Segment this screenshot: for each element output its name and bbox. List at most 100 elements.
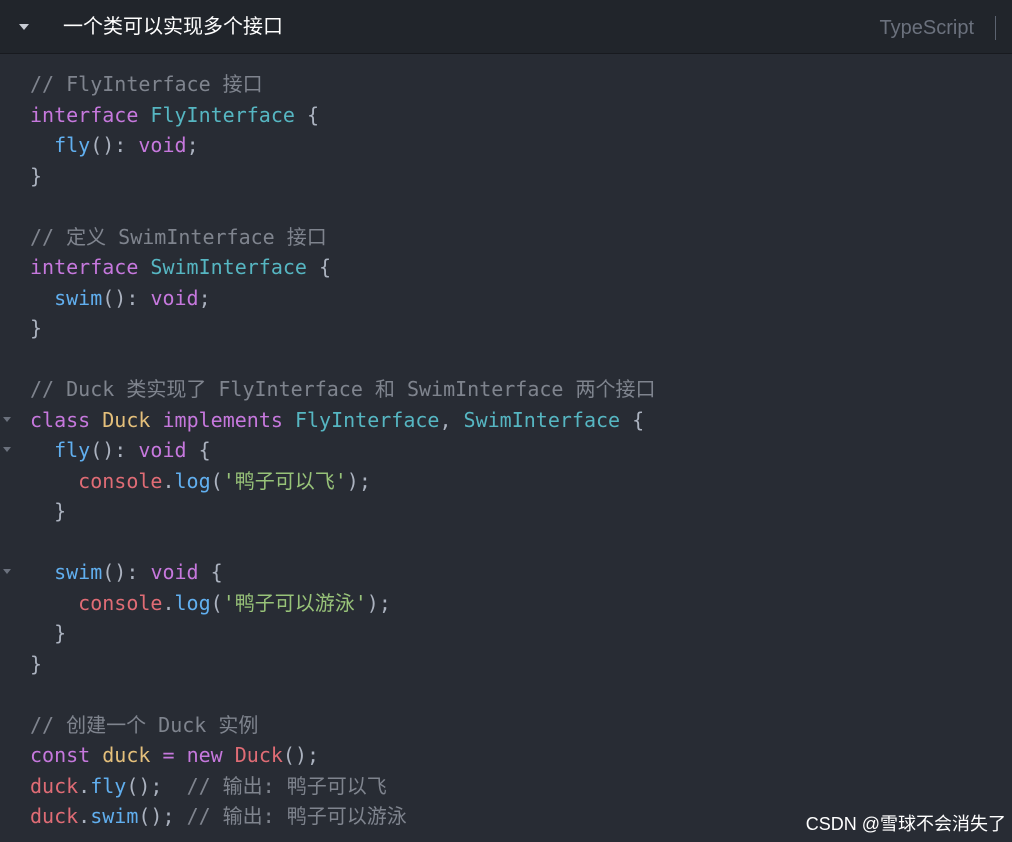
code-token-var: duck [30, 773, 79, 798]
code-token-punct: (): [102, 285, 151, 310]
watermark: CSDN @雪球不会消失了 [805, 814, 1006, 834]
code-token-class: duck [102, 743, 151, 767]
code-token-comment: // 输出: 鸭子可以飞 [186, 773, 387, 798]
code-token-var: console [78, 468, 163, 493]
code-token-punct: . [78, 773, 91, 798]
code-token-punct [150, 408, 162, 432]
code-token-type: SwimInterface [463, 407, 621, 432]
code-token-punct [90, 743, 102, 767]
code-token-punct: } [30, 651, 43, 676]
code-token-keyword: = [162, 743, 175, 767]
code-token-comment: // 输出: 鸭子可以游泳 [186, 804, 407, 828]
code-token-func: fly [54, 438, 91, 462]
code-token-punct: . [162, 468, 175, 493]
code-line: } [0, 161, 1012, 192]
code-token-punct: (); [126, 773, 187, 798]
code-line: class Duck implements FlyInterface, Swim… [0, 405, 1012, 436]
code-token-keyword: void [138, 133, 187, 157]
code-line: // 定义 SwimInterface 接口 [0, 222, 1012, 253]
fold-arrow-icon[interactable] [3, 447, 11, 452]
code-token-comment: // Duck 类实现了 FlyInterface 和 SwimInterfac… [30, 377, 656, 401]
code-token-keyword: interface [30, 102, 139, 127]
code-token-punct: (): [90, 438, 139, 462]
code-token-punct: } [54, 621, 67, 645]
code-token-keyword: void [150, 285, 199, 310]
code-token-keyword: void [150, 560, 199, 584]
code-line: console.log('鸭子可以游泳'); [0, 588, 1012, 619]
code-line: interface SwimInterface { [0, 252, 1012, 283]
code-token-punct: (); [282, 743, 320, 767]
code-line: duck.fly(); // 输出: 鸭子可以飞 [0, 771, 1012, 802]
snippet-header: 一个类可以实现多个接口 TypeScript [0, 0, 1012, 54]
code-token-keyword: new [186, 743, 223, 767]
code-token-punct [150, 743, 162, 767]
collapse-toggle-button[interactable] [16, 18, 32, 36]
code-token-keyword: class [30, 407, 91, 432]
code-token-punct: ; [198, 285, 211, 310]
code-token-punct: ( [210, 590, 223, 615]
code-line: // Duck 类实现了 FlyInterface 和 SwimInterfac… [0, 374, 1012, 405]
code-token-punct [223, 743, 235, 767]
code-token-var: console [78, 590, 163, 615]
code-token-punct [138, 255, 150, 279]
code-token-keyword: const [30, 743, 91, 767]
code-token-class: Duck [102, 407, 151, 432]
code-token-type: FlyInterface [150, 102, 295, 127]
code-token-punct: } [30, 316, 43, 340]
code-token-punct: } [54, 499, 67, 523]
code-token-punct [283, 408, 295, 432]
code-token-func: log [174, 468, 211, 493]
language-label[interactable]: TypeScript [880, 15, 974, 41]
code-token-func: fly [90, 773, 127, 798]
code-token-func: swim [54, 560, 103, 584]
code-token-func: swim [90, 804, 139, 828]
code-token-comment: // 定义 SwimInterface 接口 [30, 224, 327, 249]
code-token-punct: { [620, 407, 645, 432]
code-token-punct: ( [210, 468, 223, 493]
code-token-func: log [174, 590, 211, 615]
code-line: fly(): void; [0, 130, 1012, 161]
code-token-punct: (): [102, 560, 151, 584]
code-token-punct [90, 408, 102, 432]
code-line: // 创建一个 Duck 实例 [0, 710, 1012, 741]
code-line: swim(): void { [0, 557, 1012, 588]
code-token-punct: . [78, 804, 91, 828]
code-line: } [0, 496, 1012, 527]
code-line: console.log('鸭子可以飞'); [0, 466, 1012, 497]
code-token-punct: . [162, 590, 175, 615]
code-token-punct [175, 743, 187, 767]
caret-down-icon [19, 24, 29, 30]
code-token-keyword: implements [162, 407, 283, 432]
code-token-func: swim [54, 285, 103, 310]
code-token-punct: ); [366, 590, 391, 615]
code-token-func: fly [54, 133, 91, 157]
code-token-type: SwimInterface [150, 255, 307, 279]
code-line: } [0, 313, 1012, 344]
code-line: swim(): void; [0, 283, 1012, 314]
code-token-punct: { [198, 560, 223, 584]
code-token-punct: (); [138, 804, 187, 828]
code-block[interactable]: // FlyInterface 接口 interface FlyInterface… [0, 69, 1012, 832]
fold-arrow-icon[interactable] [3, 569, 11, 574]
fold-arrow-icon[interactable] [3, 416, 11, 422]
code-token-punct: { [306, 255, 332, 279]
code-token-type: FlyInterface [294, 407, 440, 432]
code-token-punct: { [186, 438, 211, 462]
code-token-string: '鸭子可以游泳' [222, 590, 367, 615]
code-token-comment: // 创建一个 Duck 实例 [30, 712, 259, 737]
code-line: } [0, 649, 1012, 680]
code-line: const duck = new Duck(); [0, 740, 1012, 771]
code-token-keyword: interface [30, 255, 139, 279]
code-token-keyword: void [138, 438, 187, 462]
code-line: fly(): void { [0, 435, 1012, 466]
code-token-punct: , [439, 407, 464, 432]
